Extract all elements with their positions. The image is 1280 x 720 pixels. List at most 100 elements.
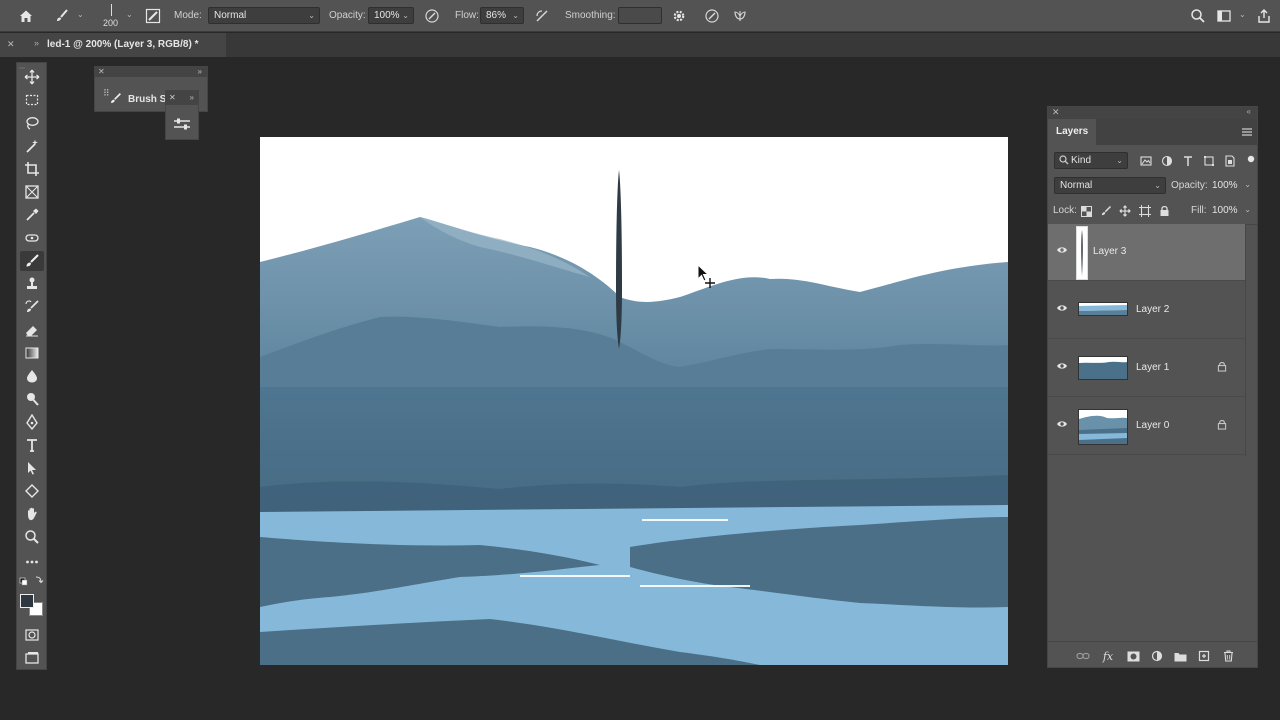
hand-tool-icon[interactable] bbox=[20, 504, 44, 524]
pressure-size-icon[interactable] bbox=[702, 6, 722, 26]
type-tool-icon[interactable] bbox=[20, 435, 44, 455]
close-icon[interactable]: ✕ bbox=[7, 39, 15, 50]
more-tools-icon[interactable] bbox=[20, 552, 44, 572]
layer-opacity-input[interactable]: 100% ⌄ bbox=[1209, 177, 1255, 194]
opacity-value: 100% bbox=[374, 10, 400, 21]
smoothing-input[interactable] bbox=[618, 7, 662, 24]
tab-layers[interactable]: Layers bbox=[1048, 119, 1096, 145]
document-canvas[interactable] bbox=[260, 137, 1008, 665]
panel-menu-icon[interactable] bbox=[1241, 126, 1253, 141]
new-group-folder-icon[interactable] bbox=[1172, 648, 1188, 664]
expand-arrows-icon[interactable]: » bbox=[190, 93, 194, 102]
scrollbar-track[interactable] bbox=[1245, 224, 1246, 456]
lock-all-icon[interactable] bbox=[1156, 203, 1172, 219]
eye-visibility-icon[interactable] bbox=[1056, 303, 1068, 316]
workspace-caret-icon[interactable]: ⌄ bbox=[1239, 10, 1246, 19]
airbrush-icon[interactable] bbox=[532, 6, 552, 26]
default-colors-icon[interactable] bbox=[19, 575, 45, 587]
flow-input[interactable]: 86% ⌄ bbox=[480, 7, 524, 24]
add-mask-icon[interactable] bbox=[1125, 648, 1141, 664]
layer-row-layer-1[interactable]: Layer 1 bbox=[1048, 340, 1245, 397]
panel-header[interactable]: ✕ » bbox=[95, 67, 207, 77]
magic-wand-tool-icon[interactable] bbox=[20, 136, 44, 156]
eye-visibility-icon[interactable] bbox=[1056, 419, 1068, 432]
move-tool-icon[interactable] bbox=[20, 67, 44, 87]
blur-tool-icon[interactable] bbox=[20, 366, 44, 386]
pen-tool-icon[interactable] bbox=[20, 412, 44, 432]
layer-row-layer-3[interactable]: Layer 3 bbox=[1048, 224, 1245, 281]
layer-name[interactable]: Layer 3 bbox=[1093, 246, 1126, 257]
brush-preset-caret-icon[interactable]: ⌄ bbox=[77, 10, 84, 19]
brush-settings-icon[interactable] bbox=[109, 92, 122, 108]
document-tab[interactable]: ✕ » led-1 @ 200% (Layer 3, RGB/8) * bbox=[0, 33, 226, 57]
gear-icon[interactable] bbox=[669, 6, 689, 26]
pressure-opacity-icon[interactable] bbox=[422, 6, 442, 26]
brush-size-caret-icon[interactable]: ⌄ bbox=[126, 10, 133, 19]
mode-select[interactable]: Normal ⌄ bbox=[208, 7, 320, 24]
expand-arrows-icon[interactable]: » bbox=[198, 67, 202, 76]
layer-name[interactable]: Layer 0 bbox=[1136, 420, 1169, 431]
shape-filter-icon[interactable] bbox=[1201, 153, 1217, 169]
dodge-tool-icon[interactable] bbox=[20, 389, 44, 409]
quick-mask-icon[interactable] bbox=[20, 625, 44, 645]
filter-toggle-icon[interactable] bbox=[1243, 151, 1259, 167]
lock-artboard-icon[interactable] bbox=[1137, 203, 1153, 219]
fx-icon[interactable]: fx bbox=[1100, 648, 1116, 664]
chevron-down-icon: ⌄ bbox=[1244, 205, 1251, 214]
link-layers-icon[interactable] bbox=[1075, 648, 1091, 664]
type-filter-icon[interactable] bbox=[1180, 153, 1196, 169]
shape-tool-icon[interactable] bbox=[20, 481, 44, 501]
gradient-tool-icon[interactable] bbox=[20, 343, 44, 363]
path-selection-tool-icon[interactable] bbox=[20, 458, 44, 478]
adjustment-filter-icon[interactable] bbox=[1159, 153, 1175, 169]
layer-name[interactable]: Layer 2 bbox=[1136, 304, 1169, 315]
brush-size-preview[interactable]: 200 bbox=[103, 2, 121, 30]
symmetry-icon[interactable] bbox=[730, 6, 750, 26]
filter-kind-select[interactable]: Kind ⌄ bbox=[1054, 152, 1128, 169]
layer-name[interactable]: Layer 1 bbox=[1136, 362, 1169, 373]
zoom-tool-icon[interactable] bbox=[20, 527, 44, 547]
clone-stamp-tool-icon[interactable] bbox=[20, 274, 44, 294]
marquee-tool-icon[interactable] bbox=[20, 90, 44, 110]
lasso-tool-icon[interactable] bbox=[20, 113, 44, 133]
close-icon[interactable]: ✕ bbox=[1052, 107, 1060, 118]
eye-visibility-icon[interactable] bbox=[1056, 361, 1068, 374]
lock-position-icon[interactable] bbox=[1117, 203, 1133, 219]
adjustment-layer-icon[interactable] bbox=[1149, 648, 1165, 664]
close-icon[interactable]: ✕ bbox=[169, 93, 176, 102]
brush-preset-icon[interactable] bbox=[52, 6, 72, 26]
crop-tool-icon[interactable] bbox=[20, 159, 44, 179]
workspace-icon[interactable] bbox=[1214, 6, 1234, 26]
panel-header[interactable]: ✕ » bbox=[166, 91, 198, 105]
blend-mode-select[interactable]: Normal ⌄ bbox=[1054, 177, 1166, 194]
trash-icon[interactable] bbox=[1220, 648, 1236, 664]
eye-visibility-icon[interactable] bbox=[1056, 245, 1068, 258]
sliders-icon[interactable] bbox=[172, 117, 192, 134]
screen-mode-icon[interactable] bbox=[20, 648, 44, 668]
pixel-filter-icon[interactable] bbox=[1138, 153, 1154, 169]
brush-settings-label[interactable]: Brush Settings bbox=[128, 94, 166, 105]
brush-settings-toggle-icon[interactable] bbox=[143, 6, 163, 26]
frame-tool-icon[interactable] bbox=[20, 182, 44, 202]
collapse-arrows-icon[interactable]: « bbox=[1247, 107, 1251, 116]
eyedropper-tool-icon[interactable] bbox=[20, 205, 44, 225]
eraser-tool-icon[interactable] bbox=[20, 320, 44, 340]
new-layer-icon[interactable] bbox=[1196, 648, 1212, 664]
share-icon[interactable] bbox=[1254, 6, 1274, 26]
search-icon[interactable] bbox=[1188, 6, 1208, 26]
home-icon[interactable] bbox=[16, 6, 36, 26]
layer-row-layer-2[interactable]: Layer 2 bbox=[1048, 282, 1245, 339]
smart-object-filter-icon[interactable] bbox=[1222, 153, 1238, 169]
close-icon[interactable]: ✕ bbox=[98, 67, 105, 76]
collapse-arrows-icon[interactable]: » bbox=[34, 38, 39, 48]
layer-row-layer-0[interactable]: Layer 0 bbox=[1048, 398, 1245, 455]
lock-image-pixels-icon[interactable] bbox=[1098, 203, 1114, 219]
lock-transparent-pixels-icon[interactable] bbox=[1078, 203, 1094, 219]
foreground-color-swatch[interactable] bbox=[20, 594, 34, 608]
fill-input[interactable]: 100% ⌄ bbox=[1209, 202, 1255, 219]
history-brush-tool-icon[interactable] bbox=[20, 297, 44, 317]
brush-tool-icon[interactable] bbox=[20, 251, 44, 271]
healing-brush-tool-icon[interactable] bbox=[20, 228, 44, 248]
opacity-input[interactable]: 100% ⌄ bbox=[368, 7, 414, 24]
panel-header[interactable]: ✕ « bbox=[1048, 107, 1257, 119]
